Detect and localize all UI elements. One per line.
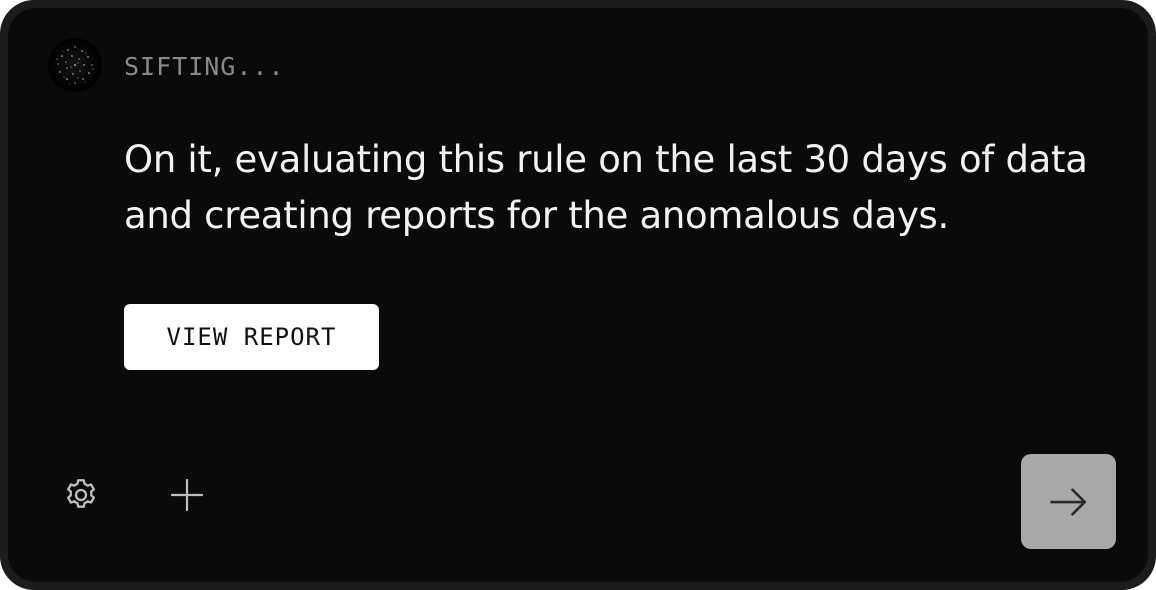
assistant-message-text: On it, evaluating this rule on the last … [124,138,1088,237]
send-button[interactable] [1021,454,1116,549]
starfield-avatar-icon [48,38,102,92]
gear-icon [67,479,96,508]
assistant-avatar [48,38,102,92]
assistant-status: SIFTING... [124,52,285,81]
chat-window-frame: SIFTING... On it, evaluating this rule o… [0,0,1156,590]
plus-icon [170,478,204,512]
arrow-right-icon [1049,487,1086,516]
add-button[interactable] [162,470,212,520]
assistant-message-card: SIFTING... On it, evaluating this rule o… [8,8,1148,582]
settings-button[interactable] [56,470,106,520]
view-report-button[interactable]: VIEW REPORT [124,304,379,370]
